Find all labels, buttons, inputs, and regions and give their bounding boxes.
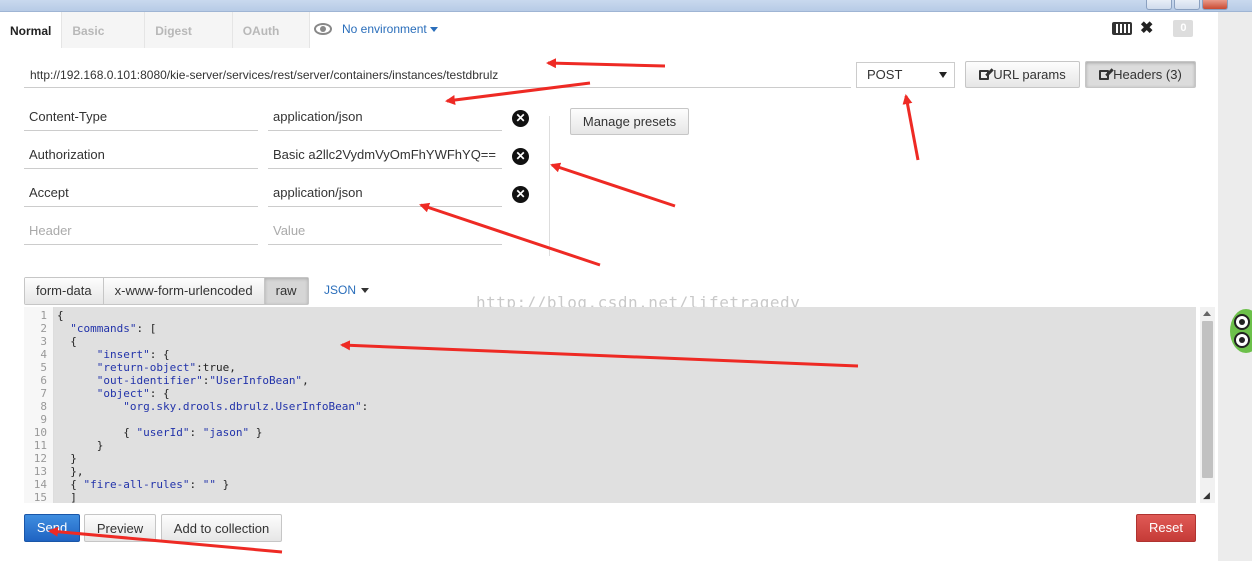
method-value: POST xyxy=(867,67,903,82)
line-number: 13 xyxy=(33,465,47,478)
reset-button[interactable]: Reset xyxy=(1136,514,1196,542)
code-line: "return-object":true, xyxy=(96,361,236,374)
remove-header-icon[interactable]: ✕ xyxy=(512,186,529,203)
code-line: "commands": [ xyxy=(70,322,157,335)
body-mode-raw[interactable]: raw xyxy=(264,278,308,304)
header-value-input[interactable]: application/json xyxy=(268,180,502,207)
line-numbers: 1 2 3 4 5 6 7 8 9 10 11 12 13 14 15 xyxy=(24,307,54,503)
line-number: 3 xyxy=(40,335,47,348)
line-number: 8 xyxy=(40,400,47,413)
wrench-icon[interactable]: ✖ xyxy=(1140,20,1153,37)
remove-header-icon[interactable]: ✕ xyxy=(512,148,529,165)
code-line: { "fire-all-rules": "" } xyxy=(57,478,230,491)
line-number: 12 xyxy=(33,452,47,465)
code-line: "org.sky.drools.dbrulz.UserInfoBean": xyxy=(123,400,369,413)
edit-icon xyxy=(1099,69,1110,80)
add-to-collection-button[interactable]: Add to collection xyxy=(161,514,282,542)
chevron-down-icon xyxy=(361,288,370,294)
method-select[interactable]: POST xyxy=(856,62,955,88)
url-params-label: URL params xyxy=(993,67,1066,82)
environment-label: No environment xyxy=(342,22,427,36)
code-line: { "userId": "jason" } xyxy=(57,426,263,439)
window-title-strip xyxy=(0,0,1252,12)
scrollbar-thumb[interactable] xyxy=(1202,321,1213,478)
body-mode-selector: form-data x-www-form-urlencoded raw xyxy=(24,277,309,305)
edit-icon xyxy=(979,69,990,80)
header-key-input[interactable]: Accept xyxy=(24,180,258,207)
url-params-button[interactable]: URL params xyxy=(965,61,1080,88)
code-area[interactable]: { "commands": [ { "insert": { "return-ob… xyxy=(57,309,368,503)
editor-scrollbar[interactable] xyxy=(1200,307,1215,503)
side-panel xyxy=(1218,12,1252,561)
manage-presets-button[interactable]: Manage presets xyxy=(570,108,689,135)
line-number: 5 xyxy=(40,361,47,374)
header-value-input[interactable]: application/json xyxy=(268,104,502,131)
body-mode-form-data[interactable]: form-data xyxy=(25,278,104,304)
preview-button[interactable]: Preview xyxy=(84,514,156,542)
code-line: "object": { xyxy=(96,387,170,400)
maximize-button[interactable] xyxy=(1174,0,1200,10)
send-button[interactable]: Send xyxy=(24,514,80,542)
url-input[interactable]: http://192.168.0.101:8080/kie-server/ser… xyxy=(24,62,851,88)
resize-handle-icon[interactable]: ◢ xyxy=(1203,490,1210,501)
tab-normal[interactable]: Normal xyxy=(0,12,63,48)
line-number: 7 xyxy=(40,387,47,400)
body-editor[interactable]: 1 2 3 4 5 6 7 8 9 10 11 12 13 14 15 { "commands": [ { … xyxy=(24,307,1196,503)
code-line: "out-identifier":"UserInfoBean", xyxy=(96,374,309,387)
remove-header-icon[interactable]: ✕ xyxy=(512,110,529,127)
body-format-label: JSON xyxy=(324,283,357,297)
chevron-down-icon xyxy=(939,72,947,78)
environment-selector[interactable]: No environment xyxy=(314,22,438,36)
code-line: }, xyxy=(57,465,84,478)
new-header-value-input[interactable]: Value xyxy=(268,218,502,245)
scroll-up-icon[interactable] xyxy=(1203,311,1211,316)
code-line: } xyxy=(57,439,104,452)
line-number: 1 xyxy=(40,309,47,322)
auth-tabs: Normal Basic Auth Digest Auth OAuth 1.0 xyxy=(0,12,311,76)
body-format-select[interactable]: JSON xyxy=(324,283,370,297)
divider xyxy=(549,116,550,256)
code-line: "insert": { xyxy=(96,348,170,361)
header-key-input[interactable]: Content-Type xyxy=(24,104,258,131)
tab-basic-auth[interactable]: Basic Auth xyxy=(62,12,146,76)
line-number: 10 xyxy=(33,426,47,439)
line-number: 4 xyxy=(40,348,47,361)
line-number: 2 xyxy=(40,322,47,335)
line-number: 11 xyxy=(33,439,47,452)
code-line: } xyxy=(57,452,77,465)
header-key-input[interactable]: Authorization xyxy=(24,142,258,169)
code-line: { xyxy=(57,335,77,348)
line-number: 14 xyxy=(33,478,47,491)
tab-oauth[interactable]: OAuth 1.0 xyxy=(232,12,311,76)
new-header-key-input[interactable]: Header xyxy=(24,218,258,245)
line-number: 6 xyxy=(40,374,47,387)
tab-digest-auth[interactable]: Digest Auth xyxy=(145,12,233,76)
line-number: 9 xyxy=(40,413,47,426)
toolbar-icons: ✖ 0 xyxy=(1112,20,1194,37)
close-button[interactable] xyxy=(1202,0,1228,10)
mascot-icon xyxy=(1230,309,1252,353)
code-line: ] xyxy=(57,491,77,503)
keyboard-icon[interactable] xyxy=(1112,22,1132,35)
headers-button[interactable]: Headers (3) xyxy=(1085,61,1196,88)
eye-icon[interactable] xyxy=(314,23,332,35)
counter-badge[interactable]: 0 xyxy=(1173,20,1194,37)
minimize-button[interactable] xyxy=(1146,0,1172,10)
line-number: 15 xyxy=(33,491,47,503)
chevron-down-icon xyxy=(429,27,438,33)
code-line: { xyxy=(57,309,64,322)
body-mode-urlencoded[interactable]: x-www-form-urlencoded xyxy=(103,278,265,304)
header-value-input[interactable]: Basic a2llc2VydmVyOmFhYWFhYQ== xyxy=(268,142,502,169)
headers-label: Headers (3) xyxy=(1113,67,1182,82)
